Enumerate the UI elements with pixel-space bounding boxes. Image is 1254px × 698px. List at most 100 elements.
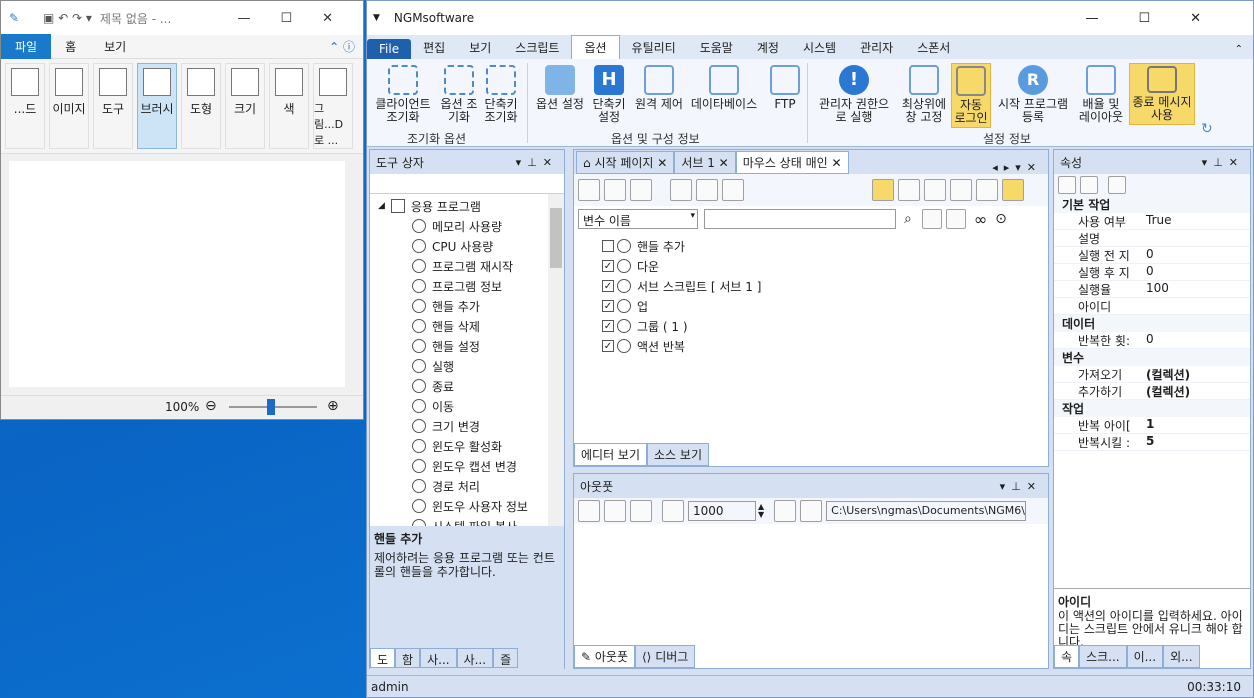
toolbox-search[interactable] xyxy=(370,174,564,194)
menu-script[interactable]: 스크립트 xyxy=(503,36,571,59)
tab-properties[interactable]: 속 xyxy=(1054,645,1080,668)
pause-icon[interactable] xyxy=(604,179,626,201)
tab-home[interactable]: 홈 xyxy=(51,34,90,59)
script-node[interactable]: 핸들 추가 xyxy=(602,236,1048,256)
tool-color[interactable]: 색 xyxy=(269,63,309,149)
tab-user2[interactable]: 사... xyxy=(456,648,494,668)
panel-buttons[interactable]: ▾⊥✕ xyxy=(516,156,564,169)
panel-buttons[interactable]: ▾⊥✕ xyxy=(1202,156,1250,169)
tab-mouse-main[interactable]: 마우스 상태 매인 ✕ xyxy=(735,151,849,174)
toolbox-item[interactable]: 경로 처리 xyxy=(412,476,564,496)
property-category[interactable]: 변수 xyxy=(1054,349,1250,366)
database-button[interactable]: 데이타베이스 xyxy=(687,63,761,113)
property-pages-icon[interactable] xyxy=(1108,176,1126,194)
property-row[interactable]: 반복한 횟: 0 xyxy=(1054,332,1250,349)
toolbox-item[interactable]: 프로그램 정보 xyxy=(412,276,564,296)
menu-options[interactable]: 옵션 xyxy=(571,35,620,59)
play-icon[interactable] xyxy=(695,179,718,201)
run-icon[interactable] xyxy=(578,179,600,201)
startup-register-button[interactable]: R 시작 프로그램 등록 xyxy=(993,63,1073,126)
toolbox-item[interactable]: 핸들 설정 xyxy=(412,336,564,356)
refresh-icon[interactable]: ↻ xyxy=(1201,121,1213,137)
tree-icon[interactable] xyxy=(1001,179,1024,201)
toolbox-item[interactable]: 프로그램 재시작 xyxy=(412,256,564,276)
menu-sponsor[interactable]: 스폰서 xyxy=(905,36,962,59)
property-row[interactable]: 추가하기 (컬렉션) xyxy=(1054,383,1250,400)
layout-scale-button[interactable]: 배율 및 레이아웃 xyxy=(1075,63,1127,126)
spin-icon[interactable]: ▲ ▼ xyxy=(758,503,764,519)
toolbox-item[interactable]: 윈도우 활성화 xyxy=(412,436,564,456)
eraser-icon[interactable] xyxy=(662,500,684,522)
line-count-input[interactable]: 1000 xyxy=(688,501,756,521)
find-icon[interactable] xyxy=(975,179,998,201)
menu-admin[interactable]: 관리자 xyxy=(848,36,905,59)
menu-help[interactable]: 도움말 xyxy=(688,36,745,59)
zoom-out-icon[interactable]: ⊖ xyxy=(205,398,217,414)
toolbox-scrollbar[interactable] xyxy=(548,194,564,526)
node-checkbox[interactable]: ✓ xyxy=(602,320,614,332)
reset-client-button[interactable]: 클라이언트 조기화 xyxy=(371,63,435,126)
node-checkbox[interactable]: ✓ xyxy=(602,260,614,272)
quick-access-toolbar[interactable]: ▣ ↶ ↷ ▾ xyxy=(43,11,92,25)
option-settings-button[interactable]: 옵션 설정 xyxy=(533,63,587,113)
system-menu-icon[interactable]: ▼ xyxy=(373,13,380,23)
toolbox-item[interactable]: 크기 변경 xyxy=(412,416,564,436)
check-all-icon[interactable] xyxy=(897,179,920,201)
ftp-button[interactable]: FTP xyxy=(765,63,805,113)
property-category[interactable]: 작업 xyxy=(1054,400,1250,417)
sort-az-icon[interactable] xyxy=(1080,176,1098,194)
tab-source-view[interactable]: 소스 보기 xyxy=(647,443,709,466)
delete-icon[interactable] xyxy=(949,179,972,201)
menu-utility[interactable]: 유틸리티 xyxy=(620,36,688,59)
tab-debugger[interactable]: ⟨⟩ 디버그 xyxy=(635,645,696,668)
property-category[interactable]: 데이터 xyxy=(1054,315,1250,332)
tool-paint3d[interactable]: 그림...D로 ... xyxy=(313,63,353,149)
zoom-in-icon[interactable]: ⊕ xyxy=(327,398,339,414)
editor-tab-controls[interactable]: ◂▸▾✕ xyxy=(992,161,1042,174)
remote-control-button[interactable]: 원격 제어 xyxy=(631,63,687,113)
toolbox-item[interactable]: 실행 xyxy=(412,356,564,376)
more-icon[interactable]: ⊙ xyxy=(995,211,1007,227)
move-down-icon[interactable] xyxy=(945,209,966,229)
menu-edit[interactable]: 편집 xyxy=(411,36,457,59)
property-category[interactable]: 기본 작업 xyxy=(1054,196,1250,213)
property-row[interactable]: 반복시킬 :5 xyxy=(1054,434,1250,451)
new-log-icon[interactable] xyxy=(604,500,626,522)
move-up-icon[interactable] xyxy=(921,209,942,229)
output-path[interactable]: C:\Users\ngmas\Documents\NGM6\ xyxy=(826,501,1027,521)
help-icon[interactable]: ⌃ ⓘ xyxy=(329,38,355,55)
folder-icon[interactable] xyxy=(800,500,823,522)
variable-value-input[interactable] xyxy=(704,209,896,229)
menu-file[interactable]: File xyxy=(367,39,412,59)
tree-root[interactable]: ◢ 응용 프로그램 xyxy=(370,196,564,216)
script-node[interactable]: ✓ 그룹 ( 1 ) xyxy=(602,316,1048,336)
toolbox-item[interactable]: 종료 xyxy=(412,376,564,396)
hotkey-settings-button[interactable]: H 단축키 설정 xyxy=(589,63,629,126)
tool-select[interactable]: ...드 xyxy=(5,63,45,149)
node-checkbox[interactable] xyxy=(602,240,614,252)
tool-brush[interactable]: 브러시 xyxy=(137,63,177,149)
property-row[interactable]: 사용 여부 True xyxy=(1054,213,1250,230)
tab-scripts[interactable]: 스크... xyxy=(1079,645,1127,668)
toolbox-item[interactable]: 메모리 사용량 xyxy=(412,216,564,236)
window-controls[interactable]: —☐✕ xyxy=(237,11,363,26)
tool-size[interactable]: 크기 xyxy=(225,63,265,149)
ngm-window-controls[interactable]: —☐✕ xyxy=(1085,11,1241,26)
paint-canvas[interactable] xyxy=(9,161,345,387)
script-node[interactable]: ✓ 다운 xyxy=(602,256,1048,276)
output-log[interactable] xyxy=(574,524,1048,648)
collapse-ribbon-icon[interactable]: ⌃ xyxy=(1235,44,1243,55)
tab-start-page[interactable]: ⌂ 시작 페이지 ✕ xyxy=(576,151,675,174)
toolbox-item[interactable]: 핸들 추가 xyxy=(412,296,564,316)
exit-message-button[interactable]: 종료 메시지 사용 xyxy=(1129,63,1195,125)
property-row[interactable]: 설명 xyxy=(1054,230,1250,247)
tab-images[interactable]: 이... xyxy=(1126,645,1164,668)
list-icon[interactable] xyxy=(630,500,652,522)
stop-icon[interactable] xyxy=(630,179,652,201)
script-node[interactable]: ✓ 액션 반복 xyxy=(602,336,1048,356)
zoom-slider-thumb[interactable] xyxy=(267,399,275,415)
property-row[interactable]: 아이디 xyxy=(1054,298,1250,315)
search-icon[interactable]: ⌕ xyxy=(904,211,912,227)
tab-external[interactable]: 외... xyxy=(1163,645,1200,668)
toolbox-item[interactable]: 핸들 삭제 xyxy=(412,316,564,336)
